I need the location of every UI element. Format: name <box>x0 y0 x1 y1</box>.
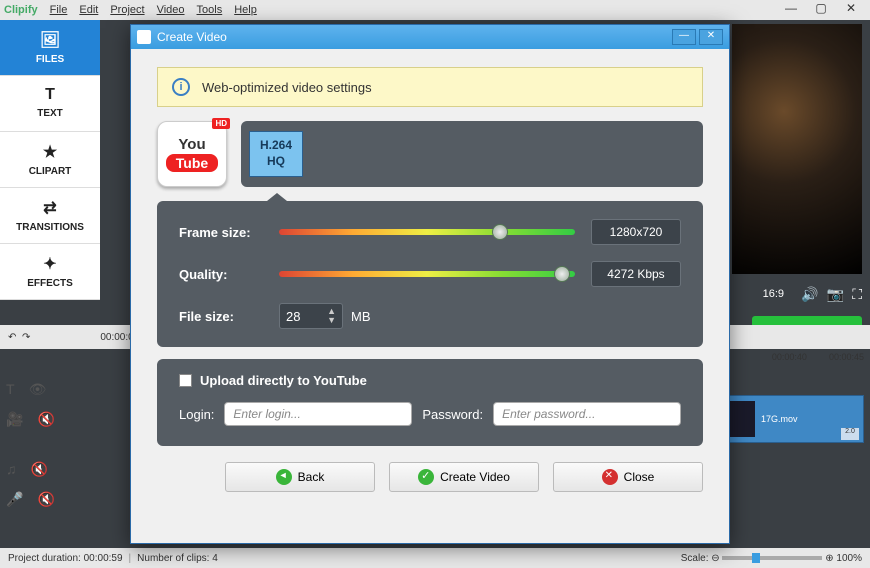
aspect-ratio-label: 16:9 <box>763 288 784 300</box>
zoom-out-icon[interactable]: ⊖ <box>711 553 719 564</box>
encoding-settings-panel: Frame size: 1280x720 Quality: 4272 Kbps … <box>157 201 703 347</box>
app-name: Clipify <box>4 4 38 16</box>
dialog-minimize-icon[interactable]: — <box>672 29 696 45</box>
sidebar-tab-files[interactable]: 🖼 FILES <box>0 20 100 76</box>
info-banner-text: Web-optimized video settings <box>202 80 372 95</box>
clipart-icon: ★ <box>0 142 100 162</box>
menu-bar: Clipify File Edit Project Video Tools He… <box>0 0 870 20</box>
sidebar-tab-text[interactable]: T TEXT <box>0 76 100 132</box>
transitions-icon: ⇄ <box>0 198 100 218</box>
menu-video[interactable]: Video <box>157 4 185 16</box>
duration-label: Project duration: <box>8 553 81 564</box>
scale-value: 100% <box>836 553 862 564</box>
create-video-button[interactable]: Create Video <box>389 462 539 492</box>
video-preview <box>732 24 862 274</box>
create-video-dialog: Create Video — ✕ i Web-optimized video s… <box>130 24 730 544</box>
back-arrow-icon <box>276 469 292 485</box>
voice-track-icon[interactable]: 🎤 <box>6 491 23 508</box>
visibility-icon[interactable]: 👁 <box>29 381 47 398</box>
window-minimize-icon[interactable]: — <box>776 1 806 19</box>
sidebar-tab-label: CLIPART <box>29 166 72 177</box>
dialog-title: Create Video <box>157 30 227 44</box>
quality-value: 4272 Kbps <box>591 261 681 287</box>
video-track-icon[interactable]: 🎥 <box>6 411 23 428</box>
menu-edit[interactable]: Edit <box>79 4 98 16</box>
timeline-clip[interactable]: 17G.mov 2.0 <box>714 395 864 443</box>
sidebar-tab-transitions[interactable]: ⇄ TRANSITIONS <box>0 188 100 244</box>
time-ruler: 00:00:40 00:00:45 <box>772 352 864 362</box>
time-mark: 00:00:45 <box>829 352 864 362</box>
fullscreen-icon[interactable]: ⛶ <box>852 286 862 303</box>
zoom-slider[interactable] <box>722 556 822 560</box>
info-banner: i Web-optimized video settings <box>157 67 703 107</box>
mute-icon[interactable]: 🔇 <box>31 461 48 478</box>
login-input[interactable]: Enter login... <box>224 402 412 426</box>
window-close-icon[interactable]: ✕ <box>836 1 866 19</box>
duration-value: 00:00:59 <box>84 553 123 564</box>
youtube-icon: HD You Tube <box>157 121 227 187</box>
filesize-value: 28 <box>286 309 327 324</box>
password-label: Password: <box>422 407 483 422</box>
mute-icon[interactable]: 🔇 <box>37 491 54 508</box>
scale-label: Scale: <box>681 553 709 564</box>
menu-tools[interactable]: Tools <box>197 4 223 16</box>
filesize-label: File size: <box>179 309 279 324</box>
files-icon: 🖼 <box>0 30 100 50</box>
text-icon: T <box>0 86 100 104</box>
dialog-close-icon[interactable]: ✕ <box>699 29 723 45</box>
filesize-unit: MB <box>351 309 371 324</box>
sidebar-tab-label: FILES <box>36 54 64 65</box>
filesize-spinner[interactable]: 28 ▲▼ <box>279 303 343 329</box>
menu-help[interactable]: Help <box>234 4 257 16</box>
framesize-value: 1280x720 <box>591 219 681 245</box>
upload-panel: Upload directly to YouTube Login: Enter … <box>157 359 703 446</box>
sidebar-tab-effects[interactable]: ✦ EFFECTS <box>0 244 100 300</box>
clip-filename: 17G.mov <box>761 414 798 424</box>
menu-project[interactable]: Project <box>110 4 144 16</box>
framesize-slider[interactable] <box>279 229 575 235</box>
back-button[interactable]: Back <box>225 462 375 492</box>
format-chip-h264[interactable]: H.264 HQ <box>249 131 303 176</box>
text-track-icon[interactable]: T <box>6 381 15 397</box>
preview-toolbar: 🔊 📷 ⛶ <box>801 286 862 303</box>
window-maximize-icon[interactable]: ▢ <box>806 1 836 19</box>
close-button[interactable]: Close <box>553 462 703 492</box>
status-bar: Project duration: 00:00:59 | Number of c… <box>0 548 870 568</box>
mute-icon[interactable]: 🔇 <box>37 411 54 428</box>
quality-label: Quality: <box>179 267 279 282</box>
upload-checkbox[interactable] <box>179 374 192 387</box>
clip-speed-badge: 2.0 <box>841 428 859 440</box>
hd-badge: HD <box>212 118 230 129</box>
menu-file[interactable]: File <box>50 4 68 16</box>
undo-icon[interactable]: ↶ <box>8 332 16 343</box>
upload-checkbox-label: Upload directly to YouTube <box>200 373 367 388</box>
zoom-in-icon[interactable]: ⊕ <box>825 553 833 564</box>
dialog-titlebar: Create Video — ✕ <box>131 25 729 49</box>
audio-icon[interactable]: 🔊 <box>801 286 818 303</box>
clips-value: 4 <box>212 553 218 564</box>
snapshot-icon[interactable]: 📷 <box>827 286 844 303</box>
check-icon <box>418 469 434 485</box>
sidebar-tab-clipart[interactable]: ★ CLIPART <box>0 132 100 188</box>
framesize-label: Frame size: <box>179 225 279 240</box>
spinner-arrows-icon[interactable]: ▲▼ <box>327 307 336 325</box>
effects-icon: ✦ <box>0 254 100 274</box>
redo-icon[interactable]: ↷ <box>22 332 30 343</box>
track-headers: T 👁 🎥 🔇 ♫ 🔇 🎤 🔇 <box>6 374 66 514</box>
format-selector[interactable]: H.264 HQ <box>241 121 703 187</box>
music-track-icon[interactable]: ♫ <box>6 461 17 477</box>
dialog-button-row: Back Create Video Close <box>157 462 703 492</box>
close-x-icon <box>602 469 618 485</box>
sidebar-tab-label: TEXT <box>37 108 63 119</box>
info-icon: i <box>172 78 190 96</box>
sidebar: 🖼 FILES T TEXT ★ CLIPART ⇄ TRANSITIONS ✦ EFFE… <box>0 20 100 300</box>
clips-label: Number of clips: <box>137 553 209 564</box>
sidebar-tab-label: EFFECTS <box>27 278 73 289</box>
time-mark: 00:00:40 <box>772 352 807 362</box>
sidebar-tab-label: TRANSITIONS <box>16 222 84 233</box>
password-input[interactable]: Enter password... <box>493 402 681 426</box>
dialog-app-icon <box>137 30 151 44</box>
login-label: Login: <box>179 407 214 422</box>
quality-slider[interactable] <box>279 271 575 277</box>
